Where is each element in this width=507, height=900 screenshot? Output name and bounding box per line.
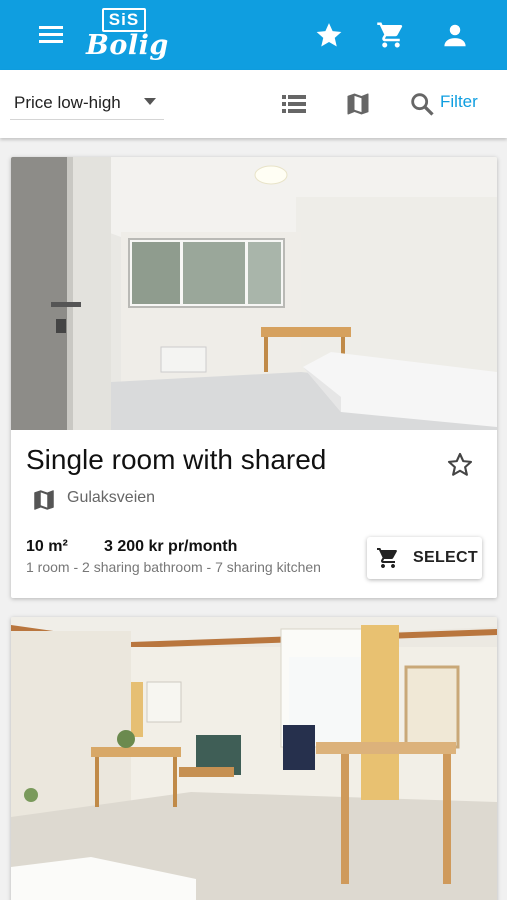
search-icon[interactable] <box>408 90 436 118</box>
listing-card[interactable] <box>11 617 497 900</box>
room-photo[interactable] <box>11 157 497 430</box>
star-icon[interactable] <box>314 20 344 50</box>
logo-bolig-text: Bolig <box>86 30 169 61</box>
logo-sis-text: SiS <box>102 8 146 32</box>
listing-location: Gulaksveien <box>67 489 156 506</box>
select-button[interactable]: SELECT <box>367 537 482 579</box>
listing-title[interactable]: Single room with shared <box>26 444 326 476</box>
chevron-down-icon <box>144 98 156 105</box>
star-outline-icon[interactable] <box>445 450 475 480</box>
listing-details: 1 room - 2 sharing bathroom - 7 sharing … <box>26 559 321 575</box>
listing-price: 3 200 kr pr/month <box>104 538 238 555</box>
app-bar: SiS Bolig <box>0 0 507 70</box>
cart-icon <box>377 548 397 568</box>
person-icon[interactable] <box>440 20 470 50</box>
room-photo[interactable] <box>11 617 497 900</box>
sort-dropdown[interactable]: Price low-high <box>10 88 164 120</box>
filter-button[interactable]: Filter <box>440 92 478 112</box>
listing-card[interactable]: Single room with shared Gulaksveien 10 m… <box>11 157 497 598</box>
filter-toolbar: Price low-high Filter <box>0 70 507 138</box>
list-view-icon[interactable] <box>281 93 307 115</box>
sort-value: Price low-high <box>14 93 121 112</box>
select-button-label: SELECT <box>413 549 478 566</box>
menu-icon[interactable] <box>36 22 68 48</box>
listing-size: 10 m² <box>26 538 68 555</box>
sis-bolig-logo[interactable]: SiS Bolig <box>84 6 168 66</box>
map-icon <box>34 490 54 510</box>
map-view-icon[interactable] <box>344 90 372 118</box>
cart-icon[interactable] <box>376 20 406 50</box>
